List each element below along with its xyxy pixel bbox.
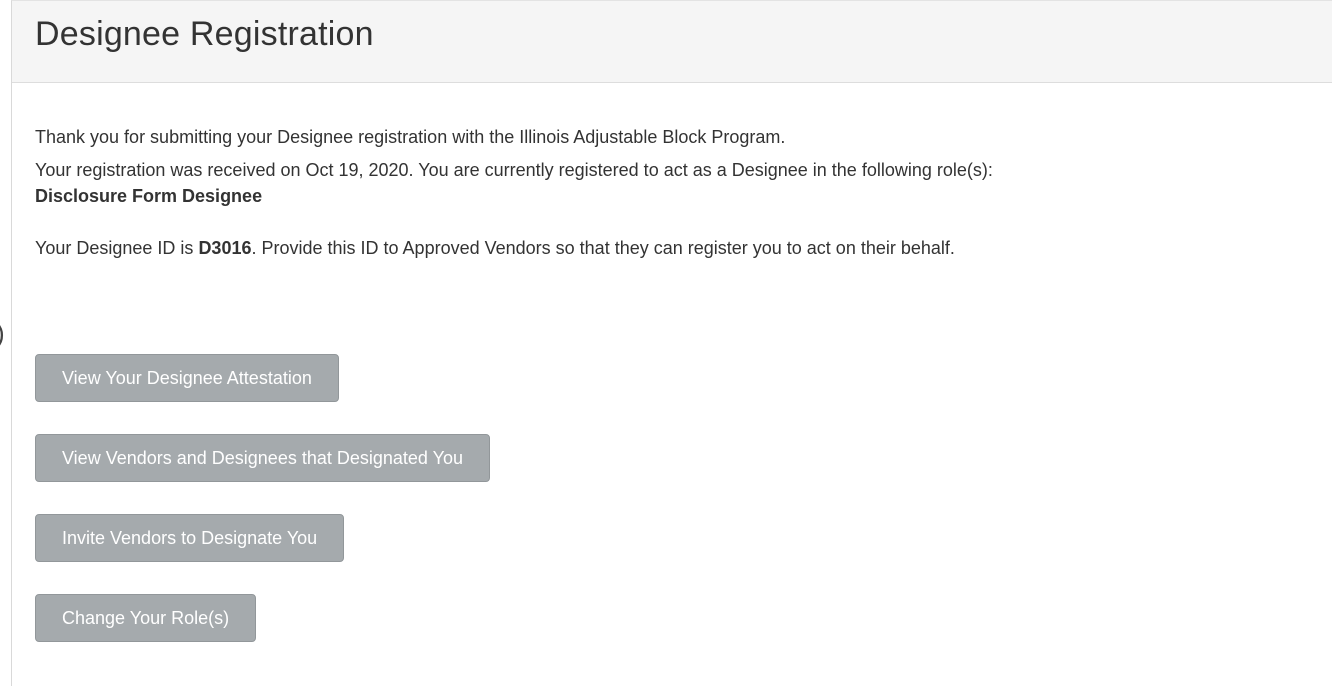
designee-id-suffix: . Provide this ID to Approved Vendors so… (251, 238, 955, 258)
thank-you-message: Thank you for submitting your Designee r… (35, 127, 786, 147)
designee-id-prefix: Your Designee ID is (35, 238, 199, 258)
panel-body: Thank you for submitting your Designee r… (12, 83, 1332, 261)
registration-panel: Designee Registration Thank you for subm… (11, 0, 1332, 686)
page-title: Designee Registration (35, 15, 374, 53)
panel-header: Designee Registration (12, 1, 1332, 83)
edge-fragment-text: ) (0, 318, 5, 349)
change-roles-button[interactable]: Change Your Role(s) (35, 594, 257, 642)
invite-vendors-button[interactable]: Invite Vendors to Designate You (35, 514, 345, 562)
designee-id-value: D3016 (198, 238, 252, 258)
view-vendors-designees-button[interactable]: View Vendors and Designees that Designat… (35, 434, 490, 482)
designee-id-message: Your Designee ID is D3016. Provide this … (35, 235, 1332, 261)
registration-received-message: Your registration was received on Oct 19… (35, 157, 1332, 209)
page: ) Designee Registration Thank you for su… (0, 0, 1332, 686)
received-text: Your registration was received on Oct 19… (35, 160, 993, 180)
role-name: Disclosure Form Designee (35, 186, 263, 206)
view-attestation-button[interactable]: View Your Designee Attestation (35, 354, 339, 402)
